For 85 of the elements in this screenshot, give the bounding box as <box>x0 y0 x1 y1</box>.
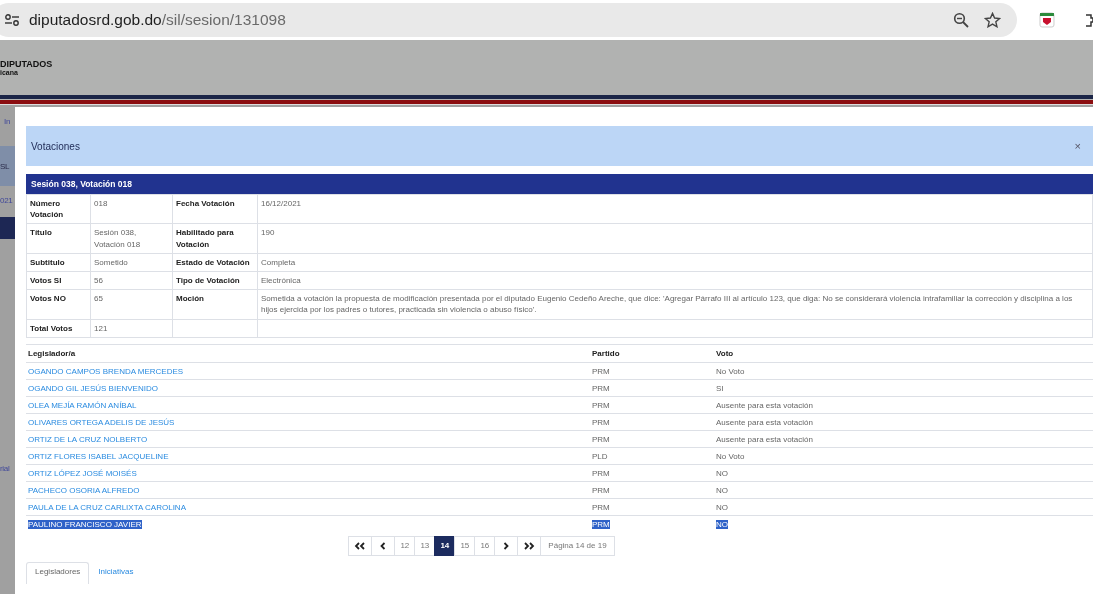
page-button[interactable]: 14 <box>434 535 456 556</box>
legislator-link[interactable]: OLIVARES ORTEGA ADELIS DE JESÚS <box>28 417 175 427</box>
table-cell: NO <box>716 468 728 478</box>
table-cell: No Voto <box>716 451 745 461</box>
panel-heading: Sesión 038, Votación 018 <box>26 174 1093 194</box>
field-value: Sesión 038, Votación 018 <box>90 223 173 254</box>
field-label: Total Votos <box>26 319 91 338</box>
previous-page-button[interactable] <box>371 535 396 556</box>
legislator-link[interactable]: ORTIZ FLORES ISABEL JACQUELINE <box>28 451 169 461</box>
field-label: Fecha Votación <box>172 194 258 224</box>
close-button[interactable]: × <box>1070 140 1085 152</box>
table-cell: NO <box>716 485 728 495</box>
background-text: rial <box>0 464 11 473</box>
table-cell: PRM <box>592 383 610 393</box>
background-text: In <box>4 117 12 126</box>
legislator-link[interactable]: OGANDO GIL JESÚS BIENVENIDO <box>28 383 158 393</box>
shield-extension-icon[interactable] <box>1039 12 1055 28</box>
background-text: SL <box>0 161 10 171</box>
legislator-link[interactable]: OGANDO CAMPOS BRENDA MERCEDES <box>28 366 184 376</box>
table-cell: Ausente para esta votación <box>716 417 813 427</box>
page-info: Página 14 de 19 <box>540 535 615 556</box>
field-label: Tipo de Votación <box>172 271 258 290</box>
table-cell: NO <box>716 502 728 512</box>
field-value: Electrónica <box>257 271 1093 290</box>
logo-title: DIPUTADOS <box>0 59 53 69</box>
table-cell: Ausente para esta votación <box>716 434 813 444</box>
table-cell: PRM <box>592 502 610 512</box>
field-value: Sometida a votación la propuesta de modificación presentada por el diputado Eugenio Cedeño Areche, que dice: 'Agregar Párrafo III al artículo 123, que diga: No se considerará violencia intrafamiliar la corrección y disciplina a los hijos ejercida por los padres o tutores, practicada sin violencia o abuso físico'. <box>257 289 1093 319</box>
last-page-button[interactable] <box>517 535 542 556</box>
field-label: Votos NO <box>26 289 91 319</box>
double-chevron-right-icon <box>523 541 536 550</box>
field-value: 65 <box>90 289 173 319</box>
table-cell: No Voto <box>716 366 745 376</box>
chevron-left-icon <box>380 541 387 550</box>
legislator-link[interactable]: PAULINO FRANCISCO JAVIER <box>28 519 142 529</box>
table-cell: SI <box>716 383 724 393</box>
chevron-right-icon <box>503 541 510 550</box>
column-header: Voto <box>714 344 1093 363</box>
table-cell: PRM <box>592 400 610 410</box>
column-header: Legislador/a <box>26 344 590 363</box>
field-value: 56 <box>90 271 173 290</box>
table-cell: PRM <box>592 519 610 529</box>
background-text: 021 <box>0 196 14 205</box>
field-value: 190 <box>257 223 1093 254</box>
field-label: Votos SI <box>26 271 91 290</box>
background-bar <box>0 217 15 239</box>
field-value: Sometido <box>90 253 173 272</box>
zoom-icon[interactable] <box>953 12 970 28</box>
table-cell: PRM <box>592 366 610 376</box>
first-page-button[interactable] <box>348 535 373 556</box>
table-cell: PRM <box>592 468 610 478</box>
table-cell: NO <box>716 519 728 529</box>
legislator-link[interactable]: OLEA MEJÍA RAMÓN ANÍBAL <box>28 400 137 410</box>
page-button[interactable]: 12 <box>394 535 416 556</box>
site-settings-icon[interactable] <box>4 14 20 26</box>
field-value: 018 <box>90 194 173 224</box>
field-label: Número Votación <box>26 194 91 224</box>
address-bar[interactable]: diputadosrd.gob.do/sil/sesion/131098 <box>0 3 1018 37</box>
url-text: diputadosrd.gob.do/sil/sesion/131098 <box>29 11 287 29</box>
field-value: 16/12/2021 <box>257 194 1093 224</box>
column-header: Partido <box>590 344 714 363</box>
table-cell: PRM <box>592 485 610 495</box>
legislator-link[interactable]: ORTIZ LÓPEZ JOSÉ MOISÉS <box>28 468 137 478</box>
page-button[interactable]: 15 <box>454 535 476 556</box>
field-label: Subtitulo <box>26 253 91 272</box>
bookmark-star-icon[interactable] <box>984 12 1002 28</box>
field-label: Habilitado para Votación <box>172 223 258 254</box>
field-label: Moción <box>172 289 258 319</box>
table-cell: Ausente para esta votación <box>716 400 813 410</box>
field-label: Título <box>26 223 91 254</box>
table-cell: PLD <box>592 451 608 461</box>
table-cell: PRM <box>592 434 610 444</box>
tab[interactable]: Legisladores <box>26 561 90 584</box>
field-value: Completa <box>257 253 1093 272</box>
legislator-link[interactable]: PAULA DE LA CRUZ CARLIXTA CAROLINA <box>28 502 186 512</box>
page-button[interactable]: 16 <box>474 535 496 556</box>
page-button[interactable]: 13 <box>414 535 436 556</box>
field-label: Estado de Votación <box>172 253 258 272</box>
modal-title: Votaciones <box>31 140 80 152</box>
double-chevron-left-icon <box>354 541 367 550</box>
table-cell: PRM <box>592 417 610 427</box>
field-value: 121 <box>90 319 173 338</box>
next-page-button[interactable] <box>494 535 519 556</box>
legislator-link[interactable]: ORTIZ DE LA CRUZ NOLBERTO <box>28 434 148 444</box>
legislator-link[interactable]: PACHECO OSORIA ALFREDO <box>28 485 140 495</box>
